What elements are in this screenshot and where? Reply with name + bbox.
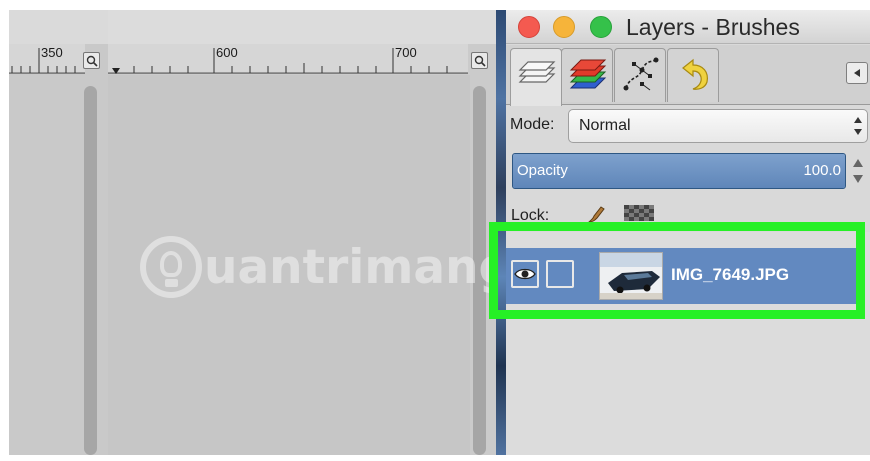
watermark: uantrimang	[140, 235, 512, 299]
tab-channels[interactable]	[561, 48, 613, 102]
zoom-navigate-button-left[interactable]	[83, 52, 100, 69]
magnifier-icon	[86, 55, 98, 67]
mode-value: Normal	[579, 117, 631, 134]
dock-title: Layers - Brushes	[626, 14, 800, 40]
opacity-spin-arrows-icon[interactable]	[848, 153, 868, 189]
lock-alpha-checker-icon[interactable]	[624, 205, 654, 221]
mode-label: Mode:	[510, 116, 555, 133]
tab-undo-history[interactable]	[667, 48, 719, 102]
main-image-window: 600 700	[108, 10, 497, 455]
undo-history-tab-icon	[682, 58, 708, 90]
opacity-slider[interactable]: Opacity 100.0	[512, 153, 846, 189]
layers-tab-icon	[518, 61, 556, 83]
main-horizontal-ruler[interactable]: 600 700	[108, 44, 468, 74]
ruler-label-700: 700	[395, 45, 417, 60]
watermark-text: uantrimang	[204, 239, 513, 295]
tab-layers[interactable]	[510, 48, 562, 106]
opacity-label: Opacity	[517, 162, 568, 179]
paths-tab-icon	[623, 57, 659, 91]
lightbulb-logo-icon	[140, 236, 202, 298]
opacity-value: 100.0	[803, 162, 841, 179]
dock-tab-strip	[506, 45, 870, 106]
screen: 350 600 700 uantrimang Layers - Brushes …	[0, 0, 870, 461]
dock-menu-button[interactable]	[846, 62, 868, 84]
left-horizontal-ruler[interactable]: 350	[9, 44, 85, 74]
left-window-titlebar	[9, 10, 108, 44]
mode-dropdown[interactable]: Normal	[568, 109, 868, 143]
channels-tab-icon	[569, 59, 607, 89]
left-image-window: 350	[9, 10, 108, 455]
main-window-titlebar	[108, 10, 497, 44]
zoom-navigate-button-main[interactable]	[471, 52, 488, 69]
magnifier-icon	[474, 55, 486, 67]
tab-paths[interactable]	[614, 48, 666, 102]
updown-arrows-icon	[854, 117, 862, 135]
left-vertical-scrollbar[interactable]	[84, 86, 97, 455]
ruler-label-600: 600	[216, 45, 238, 60]
highlight-box	[489, 222, 865, 319]
zoom-window-button[interactable]	[590, 16, 612, 38]
ruler-label-350: 350	[41, 45, 63, 60]
close-window-button[interactable]	[518, 16, 540, 38]
dock-titlebar: Layers - Brushes	[506, 10, 870, 44]
triangle-left-icon	[854, 69, 860, 77]
minimize-window-button[interactable]	[553, 16, 575, 38]
